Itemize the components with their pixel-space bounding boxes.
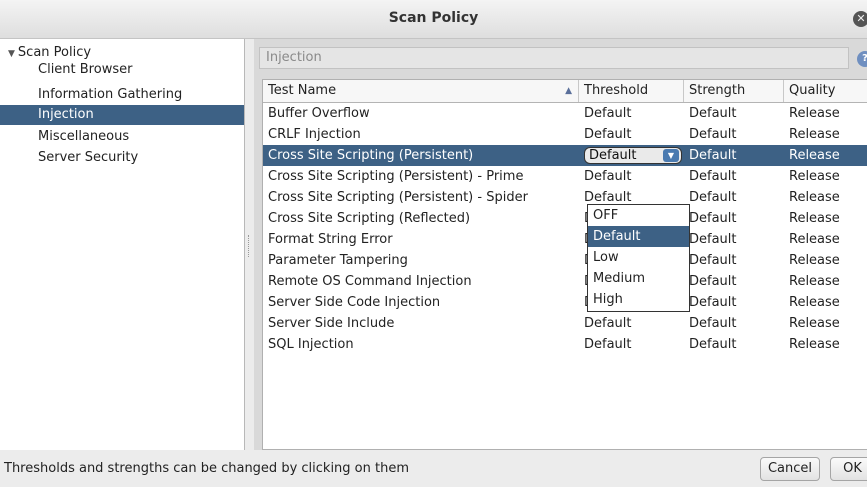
cancel-button[interactable]: Cancel (760, 457, 820, 481)
cell-threshold[interactable]: Default (579, 103, 684, 124)
column-header-test-name[interactable]: Test Name ▲ (263, 80, 579, 102)
threshold-combo[interactable]: Default ▼ (584, 147, 682, 164)
cell-quality: Release (789, 106, 840, 121)
column-header-quality[interactable]: Quality (784, 80, 867, 102)
table-row[interactable]: Cross Site Scripting (Persistent) - Prim… (263, 166, 867, 187)
dropdown-option-default[interactable]: Default (588, 226, 689, 247)
cell-test-name: Remote OS Command Injection (268, 274, 472, 289)
table-row[interactable]: Cross Site Scripting (Persistent) Default… (263, 145, 867, 166)
table-row[interactable]: Format String Error DefaultDefault Release (263, 229, 867, 250)
column-header-strength[interactable]: Strength (684, 80, 784, 102)
cell-strength[interactable]: Default (684, 250, 784, 271)
cell-strength[interactable]: Default (684, 334, 784, 355)
dropdown-option-medium[interactable]: Medium (588, 268, 689, 289)
tree-root-label: Scan Policy (17, 45, 92, 60)
tests-table: Test Name ▲ Threshold Strength Quality B… (262, 79, 867, 450)
help-icon[interactable]: ? (857, 51, 867, 67)
cell-threshold[interactable]: Default (579, 334, 684, 355)
cell-quality: Release (789, 169, 840, 184)
cell-test-name: Cross Site Scripting (Reflected) (268, 211, 471, 226)
ok-button[interactable]: OK (830, 457, 867, 481)
cell-quality: Release (789, 211, 840, 226)
cell-test-name: Cross Site Scripting (Persistent) (268, 148, 474, 163)
window-title: Scan Policy (388, 10, 479, 26)
dropdown-option-high[interactable]: High (588, 289, 689, 310)
cell-threshold[interactable]: Default (579, 166, 684, 187)
table-row[interactable]: Buffer Overflow Default Default Release (263, 103, 867, 124)
policy-tree: ▼ Scan Policy Client Browser Information … (0, 39, 245, 450)
tree-item-information-gathering[interactable]: Information Gathering (0, 85, 244, 105)
cell-test-name: Format String Error (268, 232, 393, 247)
tree-item-injection[interactable]: Injection (0, 105, 244, 125)
tree-item-client-browser[interactable]: Client Browser (0, 60, 244, 80)
cell-quality: Release (789, 253, 840, 268)
status-message: Thresholds and strengths can be changed … (4, 461, 409, 476)
table-row[interactable]: Cross Site Scripting (Persistent) - Spid… (263, 187, 867, 208)
cell-test-name: SQL Injection (268, 337, 354, 352)
cell-threshold[interactable]: Default (579, 124, 684, 145)
chevron-down-icon[interactable]: ▼ (663, 149, 679, 162)
cell-strength[interactable]: Default (684, 229, 784, 250)
cell-strength[interactable]: Default (684, 187, 784, 208)
cell-strength[interactable]: Default (684, 313, 784, 334)
table-row[interactable]: Remote OS Command InjectionDefaultDefaul… (263, 271, 867, 292)
tree-item-server-security[interactable]: Server Security (0, 148, 244, 168)
dropdown-option-low[interactable]: Low (588, 247, 689, 268)
cell-test-name: Cross Site Scripting (Persistent) - Spid… (268, 190, 528, 205)
cell-strength[interactable]: Default (684, 124, 784, 145)
threshold-combo-value: Default (589, 148, 637, 163)
cell-quality: Release (789, 274, 840, 289)
column-header-label: Test Name (268, 83, 337, 98)
table-header: Test Name ▲ Threshold Strength Quality (263, 80, 867, 103)
cell-strength[interactable]: Default (684, 103, 784, 124)
cell-strength[interactable]: Default (684, 271, 784, 292)
cell-quality: Release (789, 148, 840, 163)
cell-strength[interactable]: Default (684, 145, 784, 166)
cell-quality: Release (789, 316, 840, 331)
cell-test-name: Server Side Code Injection (268, 295, 441, 310)
status-bar: Thresholds and strengths can be changed … (0, 450, 867, 487)
threshold-dropdown: OFF Default Low Medium High (587, 204, 690, 312)
title-bar: Scan Policy ✕ (0, 0, 867, 39)
close-icon[interactable]: ✕ (853, 11, 867, 27)
table-row[interactable]: Parameter TamperingDefaultDefaultRelease (263, 250, 867, 271)
cell-strength[interactable]: Default (684, 292, 784, 313)
splitter-handle[interactable] (248, 235, 252, 257)
column-header-threshold[interactable]: Threshold (579, 80, 684, 102)
policy-panel: Injection ? Test Name ▲ Threshold Streng… (254, 39, 867, 450)
cell-strength[interactable]: Default (684, 166, 784, 187)
cell-quality: Release (789, 232, 840, 247)
cell-quality: Release (789, 295, 840, 310)
panel-heading: Injection (259, 47, 849, 69)
table-row[interactable]: Server Side Code InjectionDefaultDefault… (263, 292, 867, 313)
table-row[interactable]: CRLF Injection Default Default Release (263, 124, 867, 145)
cell-quality: Release (789, 190, 840, 205)
cell-test-name: Server Side Include (268, 316, 395, 331)
cell-test-name: Buffer Overflow (268, 106, 370, 121)
cell-test-name: Parameter Tampering (268, 253, 408, 268)
cell-quality: Release (789, 337, 840, 352)
table-row[interactable]: Server Side Include Default Default Release (263, 313, 867, 334)
cell-test-name: Cross Site Scripting (Persistent) - Prim… (268, 169, 524, 184)
sort-ascending-icon: ▲ (565, 86, 572, 96)
cell-threshold[interactable]: Default (579, 313, 684, 334)
table-row[interactable]: SQL Injection Default Default Release (263, 334, 867, 355)
tree-item-miscellaneous[interactable]: Miscellaneous (0, 127, 244, 147)
cell-test-name: CRLF Injection (268, 127, 361, 142)
cell-strength[interactable]: Default (684, 208, 784, 229)
expand-arrow-icon[interactable]: ▼ (8, 49, 15, 59)
dropdown-option-off[interactable]: OFF (588, 205, 689, 226)
cell-quality: Release (789, 127, 840, 142)
table-row[interactable]: Cross Site Scripting (Reflected)DefaultD… (263, 208, 867, 229)
